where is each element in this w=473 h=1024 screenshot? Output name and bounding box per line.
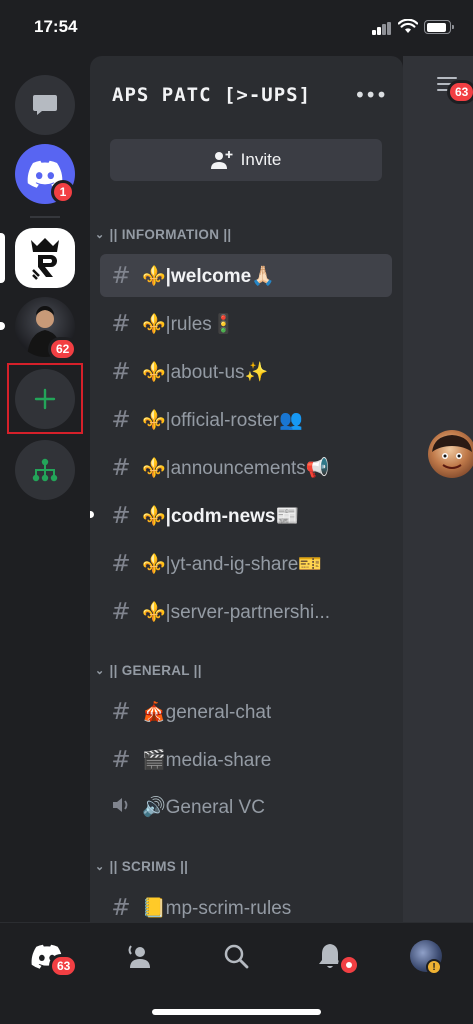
channel-name: ⚜️|welcome🙏🏻 xyxy=(142,265,275,287)
category-information[interactable]: ⌄ || INFORMATION || xyxy=(95,227,231,242)
notification-badge: 63 xyxy=(49,954,79,978)
home-indicator xyxy=(152,1009,321,1015)
channel-rules[interactable]: # ⚜️|rules🚦 xyxy=(100,302,392,345)
channel-name: 📒mp-scrim-rules xyxy=(142,897,292,919)
channel-server-partnership[interactable]: # ⚜️|server-partnershi... xyxy=(100,590,392,633)
category-scrims[interactable]: ⌄ || SCRIMS || xyxy=(95,859,188,874)
notification-badge: 1 xyxy=(51,180,75,204)
channel-name: ⚜️|codm-news📰 xyxy=(142,505,300,527)
wifi-icon xyxy=(397,18,419,34)
server-rail: 1 62 xyxy=(0,56,90,922)
hashtag-icon: # xyxy=(111,746,131,773)
hashtag-icon: # xyxy=(111,598,131,625)
plus-icon xyxy=(34,388,56,410)
hashtag-icon: # xyxy=(111,406,131,433)
hashtag-icon: # xyxy=(111,310,131,337)
channel-list-panel: APS PATC [>-UPS] ••• Invite ⌄ || INFORMA… xyxy=(90,56,403,922)
chevron-down-icon: ⌄ xyxy=(95,861,105,873)
status-bar: 17:54 xyxy=(0,0,473,56)
friends-icon xyxy=(128,945,150,968)
channel-general-vc[interactable]: 🔊General VC xyxy=(100,785,392,828)
server-icon-selected[interactable] xyxy=(15,228,75,288)
channel-name: ⚜️|official-roster👥 xyxy=(142,409,303,431)
hashtag-icon: # xyxy=(111,358,131,385)
channel-media-share[interactable]: # 🎬media-share xyxy=(100,738,392,781)
channel-name: 🔊General VC xyxy=(142,796,265,818)
server-name[interactable]: APS PATC [>-UPS] xyxy=(112,84,311,106)
channel-name: 🎬media-share xyxy=(142,749,272,771)
bottom-navigation: 63 ! xyxy=(0,922,473,1024)
search-icon xyxy=(224,944,249,969)
channel-name: ⚜️|rules🚦 xyxy=(142,313,236,335)
server-logo-icon xyxy=(31,238,59,280)
server-unread-indicator xyxy=(0,322,5,330)
channel-name: ⚜️|about-us✨ xyxy=(142,361,269,383)
speaker-icon xyxy=(100,794,142,820)
rail-divider xyxy=(30,216,60,218)
channel-codm-news[interactable]: # ⚜️|codm-news📰 xyxy=(100,494,392,537)
nav-search[interactable] xyxy=(216,939,256,973)
hub-icon xyxy=(32,458,58,482)
cellular-signal-icon xyxy=(372,22,392,35)
status-warning-icon: ! xyxy=(426,959,442,975)
invite-label: Invite xyxy=(240,150,282,169)
channel-name: 🎪general-chat xyxy=(142,701,272,723)
add-server-button[interactable] xyxy=(15,369,75,429)
chevron-down-icon: ⌄ xyxy=(95,665,105,677)
megaphone-hash-icon: # xyxy=(111,454,131,481)
notification-badge: 62 xyxy=(48,337,78,361)
channel-general-chat[interactable]: # 🎪general-chat xyxy=(100,690,392,733)
channel-official-roster[interactable]: # ⚜️|official-roster👥 xyxy=(100,398,392,441)
channel-mp-scrim-rules[interactable]: # 📒mp-scrim-rules xyxy=(100,886,392,922)
notification-badge: 63 xyxy=(447,80,473,104)
category-general[interactable]: ⌄ || GENERAL || xyxy=(95,663,202,678)
chevron-down-icon: ⌄ xyxy=(95,229,105,241)
battery-icon xyxy=(424,20,454,34)
channel-name: ⚜️|yt-and-ig-share🎫 xyxy=(142,553,323,575)
channel-welcome[interactable]: # ⚜️|welcome🙏🏻 xyxy=(100,254,392,297)
category-label: || INFORMATION || xyxy=(109,227,232,242)
explore-hubs-button[interactable] xyxy=(15,440,75,500)
add-person-icon xyxy=(210,151,233,169)
invite-button[interactable]: Invite xyxy=(110,139,382,181)
channel-about-us[interactable]: # ⚜️|about-us✨ xyxy=(100,350,392,393)
category-label: || SCRIMS || xyxy=(109,859,189,874)
hashtag-icon: # xyxy=(111,502,131,529)
selected-server-indicator xyxy=(0,233,5,283)
channel-name: ⚜️|server-partnershi... xyxy=(142,601,331,623)
chat-bubble-icon xyxy=(33,95,57,115)
hashtag-icon: # xyxy=(111,262,131,289)
status-time: 17:54 xyxy=(34,17,78,36)
channel-name: ⚜️|announcements📢 xyxy=(142,457,330,479)
hashtag-icon: # xyxy=(111,698,131,725)
channel-announcements[interactable]: # ⚜️|announcements📢 xyxy=(100,446,392,489)
ellipsis-icon[interactable]: ••• xyxy=(354,83,387,107)
direct-messages-button[interactable] xyxy=(15,75,75,135)
avatar[interactable] xyxy=(428,430,473,478)
hashtag-icon: # xyxy=(111,894,131,921)
nav-friends[interactable] xyxy=(120,939,160,973)
chat-peek-pane[interactable]: 63 xyxy=(403,56,473,922)
notification-dot xyxy=(338,954,360,976)
discord-home-button[interactable]: 1 xyxy=(15,144,75,204)
category-label: || GENERAL || xyxy=(109,663,202,678)
hashtag-icon: # xyxy=(111,550,131,577)
channel-yt-and-ig-share[interactable]: # ⚜️|yt-and-ig-share🎫 xyxy=(100,542,392,585)
